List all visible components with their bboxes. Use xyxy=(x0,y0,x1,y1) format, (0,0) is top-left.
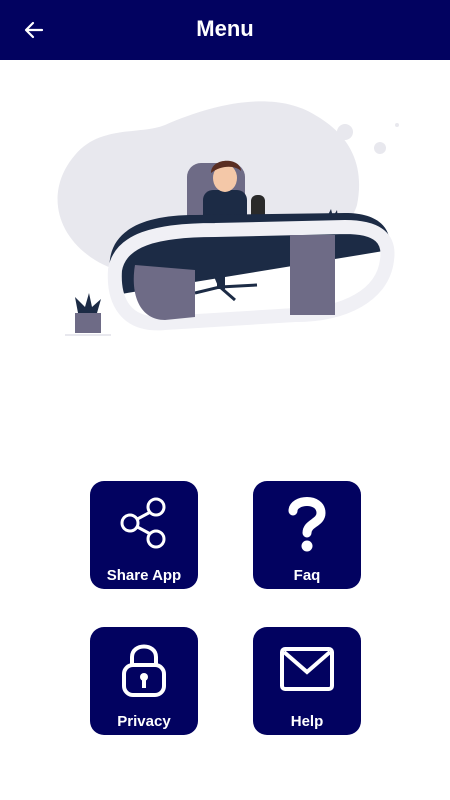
faq-button[interactable]: Faq xyxy=(253,481,361,589)
share-icon xyxy=(90,489,198,557)
app-bar: Menu xyxy=(0,0,450,60)
help-label: Help xyxy=(290,713,324,730)
lock-icon xyxy=(90,635,198,703)
share-app-button[interactable]: Share App xyxy=(90,481,198,589)
mail-icon xyxy=(253,635,361,703)
page-title: Menu xyxy=(196,16,254,41)
privacy-button[interactable]: Privacy xyxy=(90,627,198,735)
question-mark-icon xyxy=(253,489,361,557)
privacy-label: Privacy xyxy=(117,713,171,730)
share-app-label: Share App xyxy=(106,567,182,584)
faq-label: Faq xyxy=(293,567,321,584)
help-button[interactable]: Help xyxy=(253,627,361,735)
desk-illustration xyxy=(57,101,399,336)
